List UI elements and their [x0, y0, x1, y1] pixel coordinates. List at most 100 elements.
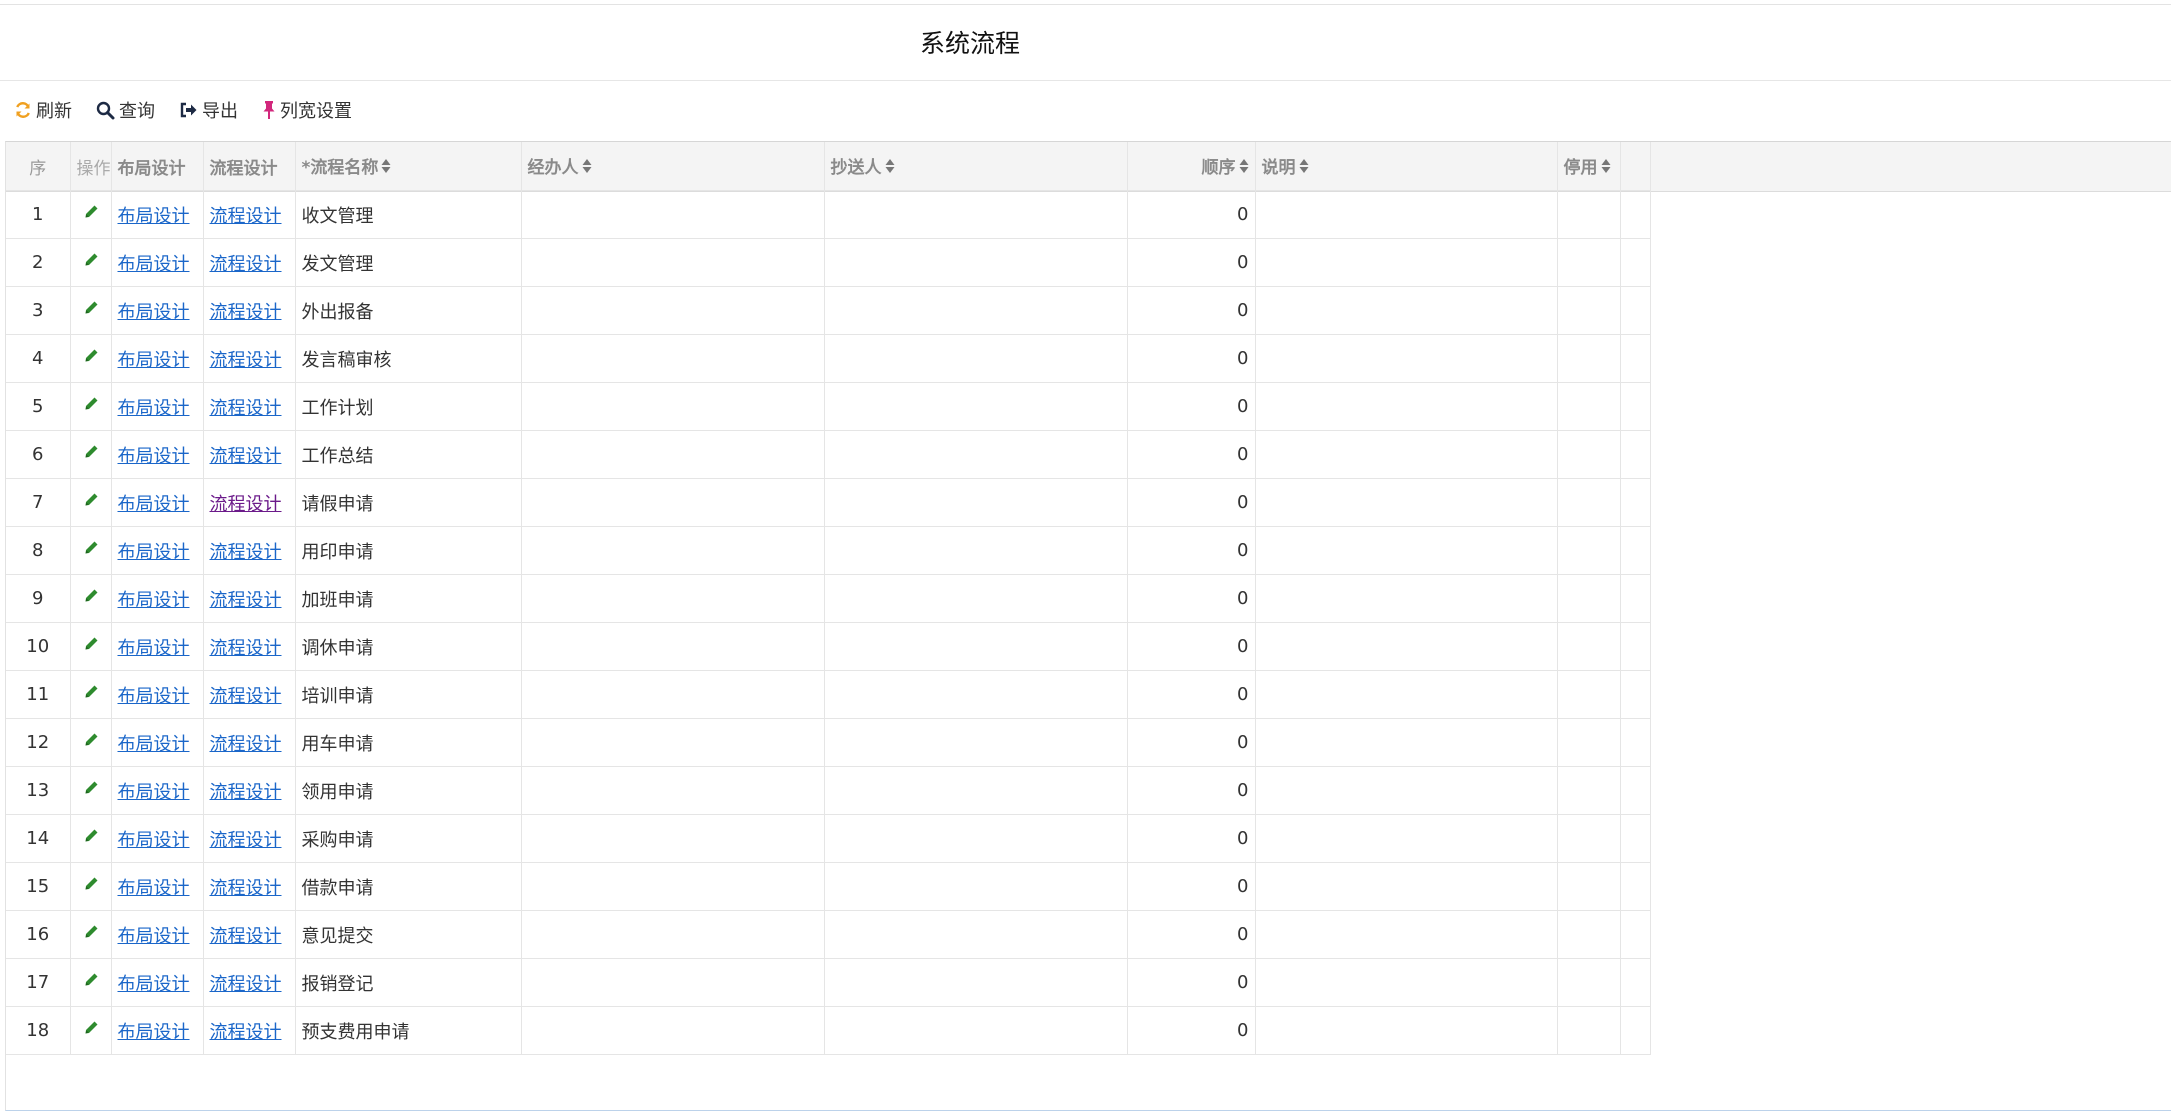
- edit-icon[interactable]: [82, 444, 100, 462]
- edit-icon[interactable]: [82, 924, 100, 942]
- layout-design-link[interactable]: 布局设计: [118, 1022, 190, 1043]
- table-row[interactable]: 17 布局设计 流程设计 报销登记 0: [6, 958, 1651, 1007]
- flow-design-link[interactable]: 流程设计: [210, 206, 282, 227]
- col-header-cc[interactable]: 抄送人: [823, 142, 1128, 191]
- column-width-settings-button[interactable]: 列宽设置: [262, 97, 352, 123]
- edit-icon[interactable]: [82, 732, 100, 750]
- row-handler: [520, 814, 825, 863]
- table-row[interactable]: 13 布局设计 流程设计 领用申请 0: [6, 766, 1651, 815]
- flow-design-link[interactable]: 流程设计: [210, 590, 282, 611]
- layout-design-link[interactable]: 布局设计: [118, 398, 190, 419]
- export-button[interactable]: 导出: [179, 97, 238, 123]
- col-header-desc[interactable]: 说明: [1254, 142, 1558, 191]
- sort-icon[interactable]: [1601, 158, 1611, 179]
- table-row[interactable]: 6 布局设计 流程设计 工作总结 0: [6, 430, 1651, 479]
- flow-design-link[interactable]: 流程设计: [210, 1022, 282, 1043]
- flow-design-link[interactable]: 流程设计: [210, 782, 282, 803]
- edit-icon[interactable]: [82, 492, 100, 510]
- row-desc: [1254, 238, 1558, 287]
- row-disabled: [1556, 958, 1621, 1007]
- table-row[interactable]: 5 布局设计 流程设计 工作计划 0: [6, 382, 1651, 431]
- table-row[interactable]: 4 布局设计 流程设计 发言稿审核 0: [6, 334, 1651, 383]
- table-row[interactable]: 12 布局设计 流程设计 用车申请 0: [6, 718, 1651, 767]
- edit-icon[interactable]: [82, 828, 100, 846]
- col-header-order[interactable]: 顺序: [1126, 142, 1256, 191]
- edit-icon[interactable]: [82, 540, 100, 558]
- flow-design-link[interactable]: 流程设计: [210, 734, 282, 755]
- table-row[interactable]: 18 布局设计 流程设计 预支费用申请 0: [6, 1006, 1651, 1055]
- sort-icon[interactable]: [1239, 158, 1249, 179]
- layout-design-link[interactable]: 布局设计: [118, 542, 190, 563]
- layout-design-link[interactable]: 布局设计: [118, 350, 190, 371]
- flow-design-link[interactable]: 流程设计: [210, 686, 282, 707]
- edit-icon[interactable]: [82, 300, 100, 318]
- table-row[interactable]: 3 布局设计 流程设计 外出报备 0: [6, 286, 1651, 335]
- edit-icon[interactable]: [82, 588, 100, 606]
- flow-design-link[interactable]: 流程设计: [210, 398, 282, 419]
- layout-design-link[interactable]: 布局设计: [118, 446, 190, 467]
- flow-design-link[interactable]: 流程设计: [210, 878, 282, 899]
- edit-icon[interactable]: [82, 1020, 100, 1038]
- flow-design-link[interactable]: 流程设计: [210, 446, 282, 467]
- row-cc: [823, 238, 1128, 287]
- edit-icon[interactable]: [82, 204, 100, 222]
- flow-design-link[interactable]: 流程设计: [210, 494, 282, 515]
- sort-icon[interactable]: [582, 158, 592, 179]
- layout-design-link[interactable]: 布局设计: [118, 638, 190, 659]
- layout-design-link[interactable]: 布局设计: [118, 926, 190, 947]
- table-row[interactable]: 16 布局设计 流程设计 意见提交 0: [6, 910, 1651, 959]
- table-row[interactable]: 7 布局设计 流程设计 请假申请 0: [6, 478, 1651, 527]
- edit-icon[interactable]: [82, 348, 100, 366]
- table-row[interactable]: 10 布局设计 流程设计 调休申请 0: [6, 622, 1651, 671]
- row-cc: [823, 430, 1128, 479]
- table-row[interactable]: 14 布局设计 流程设计 采购申请 0: [6, 814, 1651, 863]
- edit-icon[interactable]: [82, 876, 100, 894]
- layout-design-link[interactable]: 布局设计: [118, 782, 190, 803]
- layout-design-link[interactable]: 布局设计: [118, 206, 190, 227]
- layout-design-link[interactable]: 布局设计: [118, 686, 190, 707]
- row-flow-cell: 流程设计: [202, 190, 296, 239]
- sort-icon[interactable]: [381, 158, 391, 179]
- edit-icon[interactable]: [82, 684, 100, 702]
- table-row[interactable]: 15 布局设计 流程设计 借款申请 0: [6, 862, 1651, 911]
- row-handler: [520, 334, 825, 383]
- col-header-handler[interactable]: 经办人: [520, 142, 825, 191]
- edit-icon[interactable]: [82, 780, 100, 798]
- layout-design-link[interactable]: 布局设计: [118, 830, 190, 851]
- table-row[interactable]: 9 布局设计 流程设计 加班申请 0: [6, 574, 1651, 623]
- table-row[interactable]: 2 布局设计 流程设计 发文管理 0: [6, 238, 1651, 287]
- refresh-button[interactable]: 刷新: [14, 97, 72, 123]
- edit-icon[interactable]: [82, 396, 100, 414]
- col-header-name[interactable]: *流程名称: [294, 142, 522, 191]
- table-row[interactable]: 11 布局设计 流程设计 培训申请 0: [6, 670, 1651, 719]
- flow-design-link[interactable]: 流程设计: [210, 974, 282, 995]
- flow-design-link[interactable]: 流程设计: [210, 302, 282, 323]
- layout-design-link[interactable]: 布局设计: [118, 494, 190, 515]
- table-row[interactable]: 1 布局设计 流程设计 收文管理 0: [6, 190, 1651, 239]
- row-disabled: [1556, 478, 1621, 527]
- row-name: 请假申请: [294, 478, 522, 527]
- layout-design-link[interactable]: 布局设计: [118, 974, 190, 995]
- flow-design-link[interactable]: 流程设计: [210, 254, 282, 275]
- row-seq: 8: [6, 526, 71, 575]
- flow-design-link[interactable]: 流程设计: [210, 350, 282, 371]
- col-header-layout[interactable]: 布局设计: [110, 142, 204, 191]
- layout-design-link[interactable]: 布局设计: [118, 254, 190, 275]
- edit-icon[interactable]: [82, 972, 100, 990]
- edit-icon[interactable]: [82, 636, 100, 654]
- flow-design-link[interactable]: 流程设计: [210, 830, 282, 851]
- flow-design-link[interactable]: 流程设计: [210, 542, 282, 563]
- col-header-disabled[interactable]: 停用: [1556, 142, 1621, 191]
- layout-design-link[interactable]: 布局设计: [118, 734, 190, 755]
- sort-icon[interactable]: [885, 158, 895, 179]
- layout-design-link[interactable]: 布局设计: [118, 302, 190, 323]
- edit-icon[interactable]: [82, 252, 100, 270]
- flow-design-link[interactable]: 流程设计: [210, 638, 282, 659]
- sort-icon[interactable]: [1299, 158, 1309, 179]
- col-header-flow[interactable]: 流程设计: [202, 142, 296, 191]
- flow-design-link[interactable]: 流程设计: [210, 926, 282, 947]
- layout-design-link[interactable]: 布局设计: [118, 590, 190, 611]
- layout-design-link[interactable]: 布局设计: [118, 878, 190, 899]
- search-button[interactable]: 查询: [96, 97, 155, 123]
- table-row[interactable]: 8 布局设计 流程设计 用印申请 0: [6, 526, 1651, 575]
